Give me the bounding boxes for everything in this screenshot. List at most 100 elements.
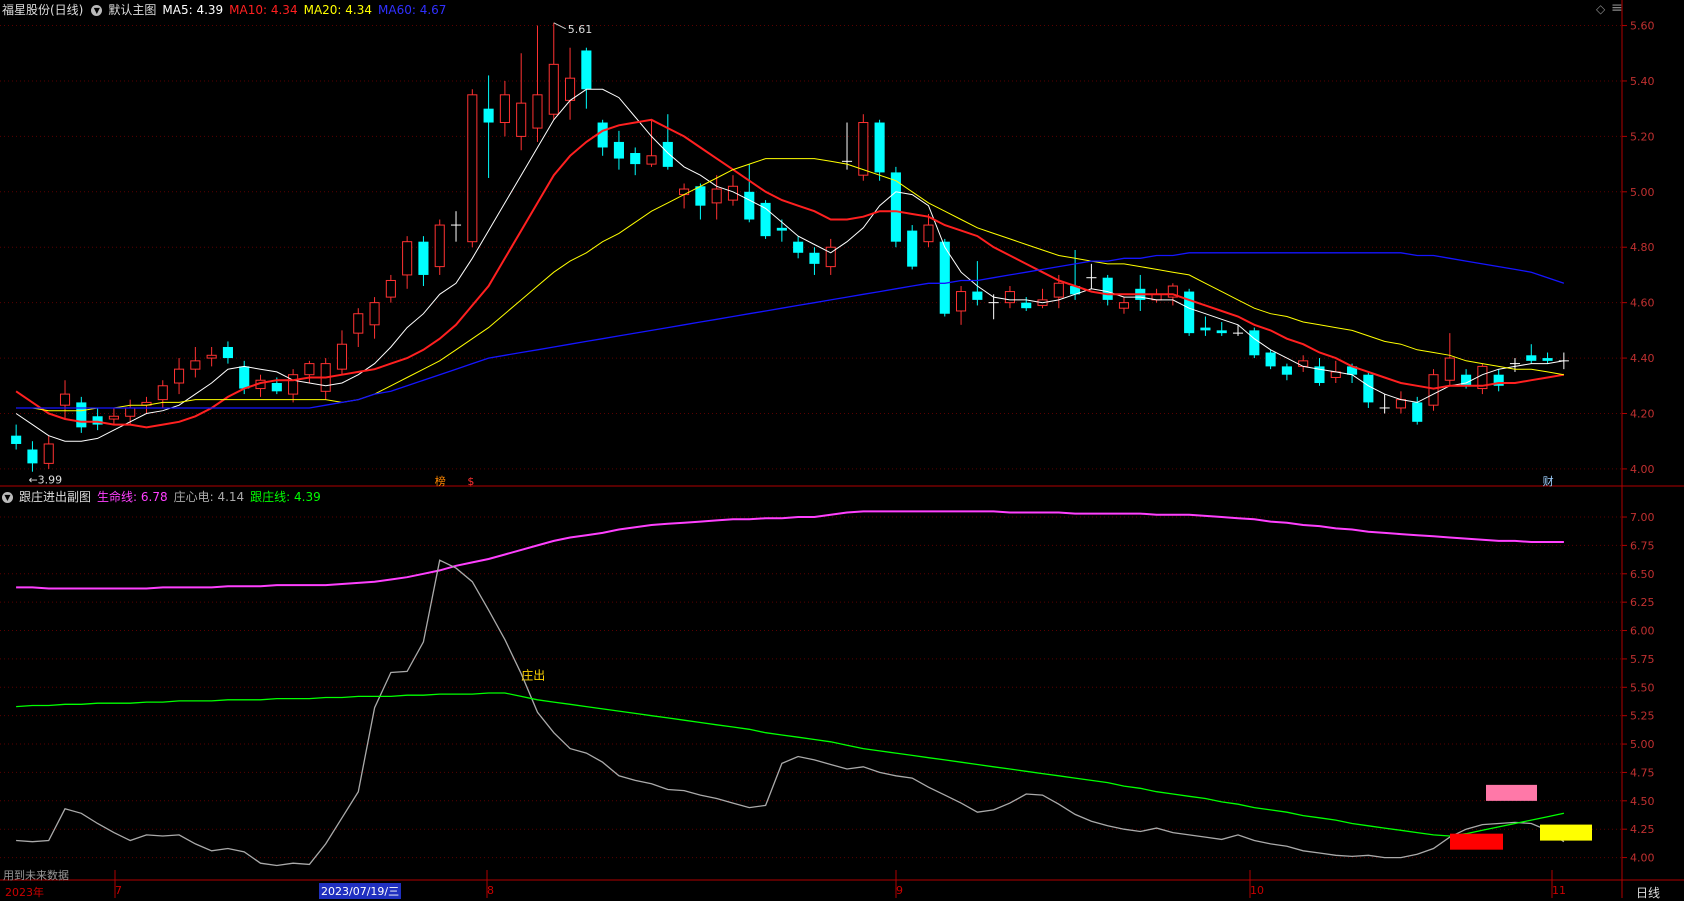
candle-body — [1200, 327, 1211, 331]
sub-y-tick-label: 5.25 — [1630, 710, 1655, 723]
candle-body — [43, 443, 54, 464]
candle — [646, 119, 657, 167]
candle-body — [662, 141, 673, 167]
candle-body — [239, 366, 250, 389]
candle-body — [1542, 358, 1553, 361]
candle — [418, 236, 429, 287]
candle — [336, 330, 348, 375]
follow-line-label: 跟庄线: 4.39 — [250, 490, 321, 504]
signal-block-yellow — [1540, 824, 1592, 841]
candle-body — [369, 302, 380, 326]
candle — [255, 374, 266, 397]
candle — [157, 380, 168, 408]
candle-body — [1363, 374, 1374, 403]
candle — [450, 211, 462, 242]
high-pointer — [553, 22, 566, 30]
sub-y-tick-label: 5.75 — [1630, 653, 1655, 666]
candle — [190, 346, 201, 378]
signal-block-pink — [1486, 784, 1537, 801]
candle — [1151, 288, 1162, 303]
candle — [1281, 363, 1292, 381]
candle-body — [1298, 360, 1309, 367]
candle-body — [499, 94, 510, 124]
candle-body — [353, 313, 364, 334]
candle — [1200, 316, 1211, 336]
main-y-tick-label: 4.20 — [1630, 407, 1655, 420]
candle-body — [1281, 366, 1292, 375]
candle — [1004, 286, 1015, 309]
candle-body — [125, 407, 136, 417]
candle — [320, 358, 331, 400]
candle — [385, 274, 396, 303]
candle — [402, 236, 413, 289]
candle — [483, 75, 494, 178]
menu-icon[interactable]: ≡ — [1611, 0, 1623, 16]
candle-body — [1118, 302, 1130, 309]
chart-template-label[interactable]: 默认主图 — [108, 3, 156, 17]
candle — [1493, 369, 1504, 392]
candle — [1444, 333, 1455, 386]
candle — [369, 297, 380, 339]
signal-block-red — [1450, 833, 1503, 850]
candle — [744, 164, 755, 223]
candle-body — [793, 241, 804, 253]
chevron-down-icon[interactable]: ▼ — [91, 5, 103, 16]
candle — [1395, 391, 1406, 414]
candle-body — [1444, 357, 1455, 381]
candle — [1118, 297, 1130, 314]
candle — [841, 122, 853, 170]
candle-body — [385, 279, 396, 298]
stock-chart-canvas[interactable]: 5.60 5.40 5.20 5.00 4.80 4.60 4.40 4.20 4.00 7.00… — [0, 0, 1684, 898]
candle — [1102, 274, 1113, 306]
candle — [1477, 363, 1488, 395]
ma20-label: MA20: 4.34 — [303, 3, 373, 17]
candle-body — [1021, 302, 1032, 309]
candle-body — [483, 108, 494, 123]
x-label-selected-date[interactable]: 2023/07/19/三 — [319, 883, 402, 899]
candle-body — [76, 402, 87, 428]
candle — [76, 396, 87, 433]
x-label-month-9: 9 — [896, 884, 903, 897]
sub-y-tick-label: 4.00 — [1630, 852, 1655, 865]
candle-body — [630, 153, 641, 165]
candle — [174, 358, 185, 395]
ma5-label: MA5: 4.39 — [162, 3, 224, 17]
candle-body — [646, 155, 657, 165]
candle — [760, 200, 771, 239]
candle — [711, 175, 722, 220]
candle-body — [222, 346, 233, 359]
candle — [597, 119, 608, 156]
candle-body — [1526, 355, 1537, 361]
main-y-tick-label: 5.60 — [1630, 20, 1655, 33]
candle-body — [711, 188, 722, 204]
candle-body — [59, 393, 71, 406]
ma10-label: MA10: 4.34 — [229, 3, 298, 17]
event-mark: 榜 — [435, 474, 446, 488]
candle-body — [304, 363, 315, 376]
candle-body — [157, 385, 168, 401]
candle-body — [1428, 374, 1439, 406]
candle — [467, 89, 478, 248]
event-mark: 财 — [1543, 474, 1554, 488]
candle — [1265, 349, 1276, 370]
sub-line-0 — [16, 510, 1564, 590]
candle-body — [809, 252, 820, 264]
candle — [43, 435, 54, 469]
candle — [1184, 288, 1195, 336]
chevron-down-icon[interactable]: ▼ — [2, 492, 13, 503]
candle — [222, 341, 233, 364]
diamond-icon[interactable]: ◇ — [1596, 2, 1605, 16]
candle — [516, 53, 527, 151]
candle-body — [174, 368, 185, 384]
period-label[interactable]: 日线 — [1636, 884, 1660, 901]
candle — [956, 286, 967, 325]
main-chart-header: 福星股份(日线) ▼ 默认主图 MA5: 4.39 MA10: 4.34 MA20: 4.… — [2, 1, 452, 19]
candle-body — [858, 122, 869, 176]
candle — [939, 238, 950, 317]
sub-chart-title[interactable]: 跟庄进出副图 — [19, 490, 91, 504]
sub-y-tick-label: 5.00 — [1630, 738, 1655, 751]
main-y-tick-label: 4.00 — [1630, 463, 1655, 476]
stock-title: 福星股份(日线) — [2, 3, 84, 17]
sub-y-tick-label: 6.00 — [1630, 625, 1655, 638]
candle-body — [532, 94, 543, 129]
